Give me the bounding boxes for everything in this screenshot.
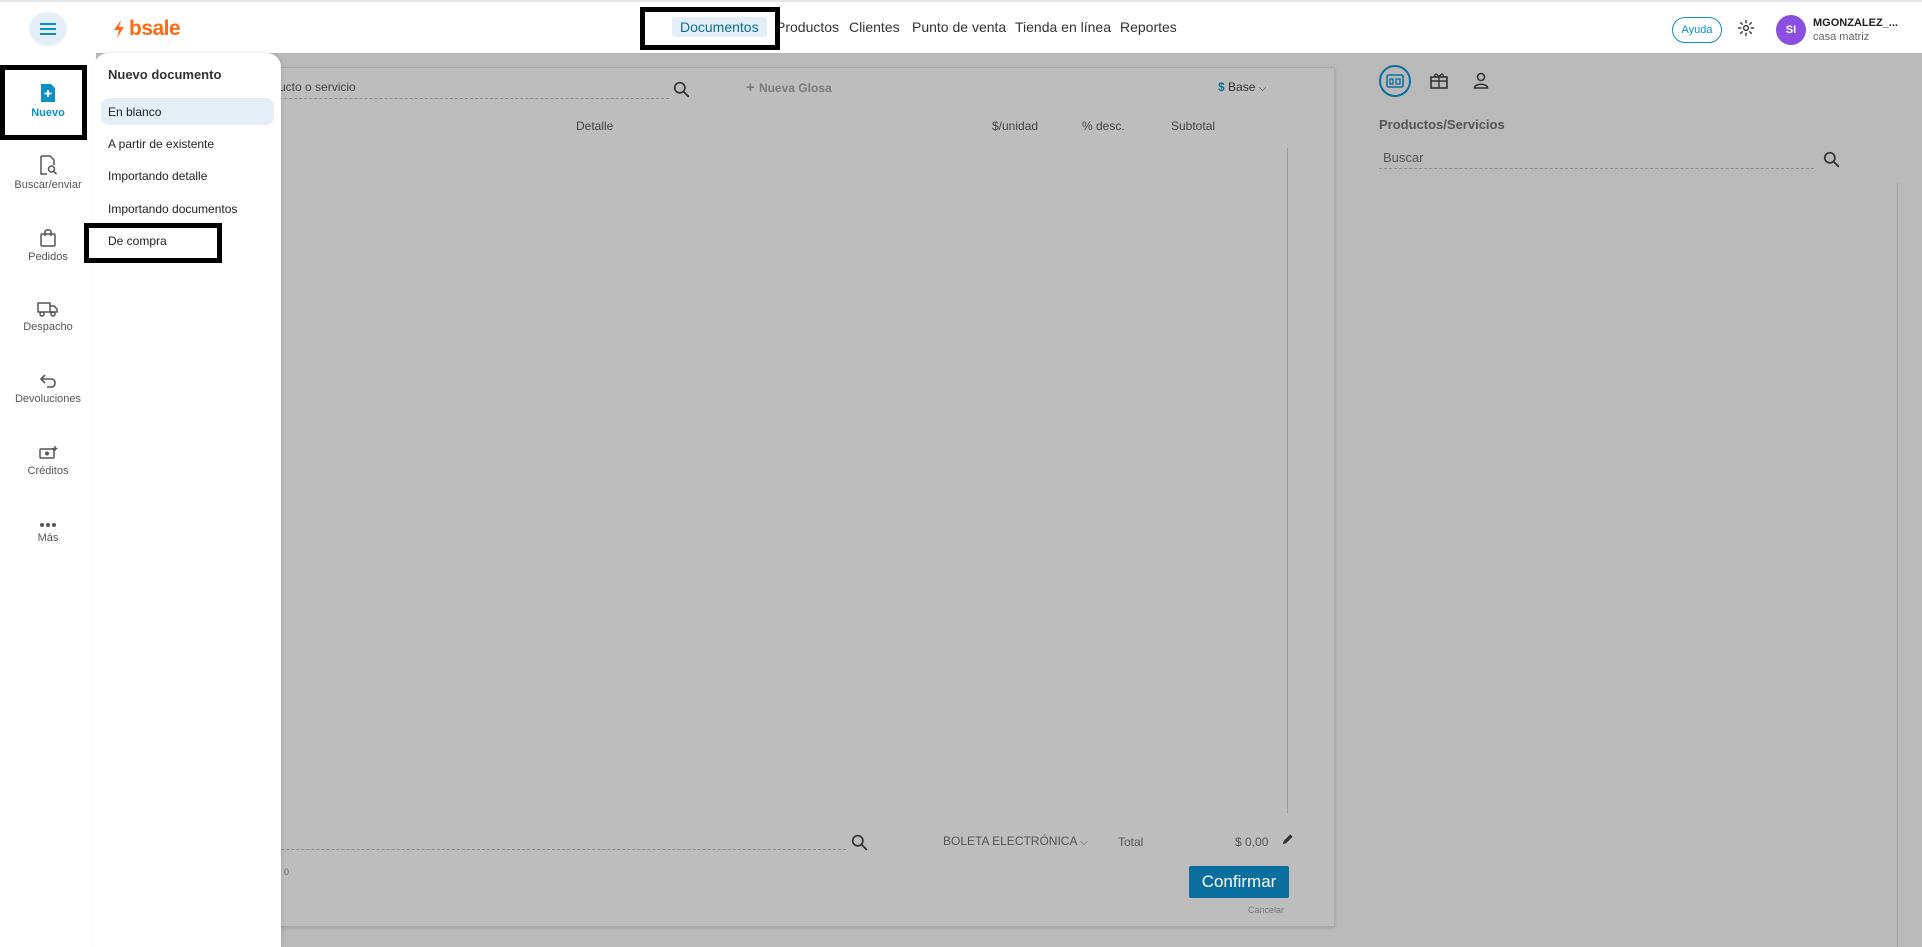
user-name[interactable]: MGONZALEZ_... [1813,17,1898,29]
products-search-input[interactable]: Buscar [1383,150,1423,165]
currency-symbol: $ [1218,80,1225,94]
sidebar-item-label: Nuevo [31,107,65,119]
search-underline [279,98,669,99]
nav-reportes[interactable]: Reportes [1120,19,1177,35]
products-search-underline [1379,168,1814,169]
sidebar-item-mas[interactable]: Más [0,499,96,567]
money-icon [39,446,58,459]
top-bar: bsale Documentos Productos Clientes Punt… [0,0,1922,53]
sidebar-item-label: Pedidos [28,250,68,263]
confirm-button[interactable]: Confirmar [1189,866,1289,898]
menu-item-en-blanco[interactable]: En blanco [101,98,274,125]
nav-punto-de-venta[interactable]: Punto de venta [912,19,1006,35]
document-type-select[interactable]: BOLETA ELECTRÓNICA ⌵ [943,834,1088,848]
sidebar-item-label: Devoluciones [14,393,82,405]
new-gloss-button[interactable]: + Nueva Glosa [746,79,832,96]
user-icon[interactable] [1473,72,1489,89]
price-list-value: Base [1228,80,1256,94]
column-subtotal: Subtotal [1171,119,1216,133]
help-button[interactable]: Ayuda [1672,17,1722,43]
sidebar-item-creditos[interactable]: Créditos [0,427,96,495]
pencil-icon[interactable] [1281,833,1294,846]
new-document-icon [41,84,55,102]
user-branch: casa matriz [1813,31,1870,43]
menu-item-a-partir-de-existente[interactable]: A partir de existente [101,130,274,157]
more-dots-icon [40,523,56,527]
sidebar-item-nuevo[interactable]: Nuevo [0,67,96,135]
sidebar-item-despacho[interactable]: Despacho [0,283,96,351]
products-panel: Productos/Servicios Buscar [1371,53,1922,947]
plus-icon: + [746,79,759,96]
search-document-icon [39,155,57,175]
left-sidebar: Nuevo Buscar/enviar Pedidos Despacho Dev… [0,53,96,947]
products-icon [1386,74,1404,88]
column-detalle: Detalle [576,119,614,133]
sidebar-item-label: Más [37,532,59,544]
chevron-down-icon: ⌵ [1258,83,1267,94]
sidebar-item-pedidos[interactable]: Pedidos [0,211,96,279]
products-tab[interactable] [1379,65,1411,97]
table-scrollbar[interactable] [1287,148,1288,813]
sidebar-item-label: Buscar/enviar [14,179,82,191]
menu-item-importando-documentos[interactable]: Importando documentos [101,195,274,222]
column-precio-unidad: $/unidad [992,119,1039,133]
document-type-value: BOLETA ELECTRÓNICA [943,834,1077,848]
nav-productos[interactable]: Productos [776,19,839,35]
new-document-menu: Nuevo documento En blanco A partir de ex… [94,53,281,947]
new-gloss-label: Nueva Glosa [758,81,832,95]
cancel-link[interactable]: Cancelar [1248,905,1284,915]
product-search-input[interactable]: ucto o servicio [279,80,356,94]
return-arrow-icon [39,374,56,388]
menu-item-de-compra[interactable]: De compra [101,227,274,254]
menu-item-importando-detalle[interactable]: Importando detalle [101,162,274,189]
chevron-down-icon: ⌵ [1080,837,1088,848]
nav-tienda-en-linea[interactable]: Tienda en línea [1015,19,1111,35]
shopping-bag-icon [40,228,56,247]
sidebar-item-label: Créditos [27,465,69,477]
products-panel-title: Productos/Servicios [1379,117,1505,132]
nav-clientes[interactable]: Clientes [849,19,900,35]
document-panel: ucto o servicio + Nueva Glosa $ Base ⌵ D… [190,67,1335,927]
sidebar-item-label: Despacho [23,321,73,333]
client-search-icon[interactable] [851,834,868,851]
avatar[interactable]: SI [1776,15,1806,45]
main-nav: Documentos Productos Clientes Punto de v… [0,17,1922,39]
nav-documentos[interactable]: Documentos [672,17,767,37]
gift-icon[interactable] [1430,72,1448,89]
client-search-underline [191,849,846,850]
search-icon[interactable] [673,81,690,98]
total-label: Total [1118,835,1144,849]
menu-title: Nuevo documento [108,67,222,82]
truck-icon [37,302,58,317]
gear-icon[interactable] [1737,19,1755,37]
column-descuento: % desc. [1082,119,1125,133]
sidebar-item-devoluciones[interactable]: Devoluciones [0,355,96,423]
search-icon[interactable] [1823,151,1840,168]
products-scrollbar[interactable] [1897,183,1898,947]
price-list-select[interactable]: $ Base ⌵ [1218,80,1266,94]
sidebar-item-buscar-enviar[interactable]: Buscar/enviar [0,139,96,207]
total-value: $ 0,00 [1235,835,1269,849]
